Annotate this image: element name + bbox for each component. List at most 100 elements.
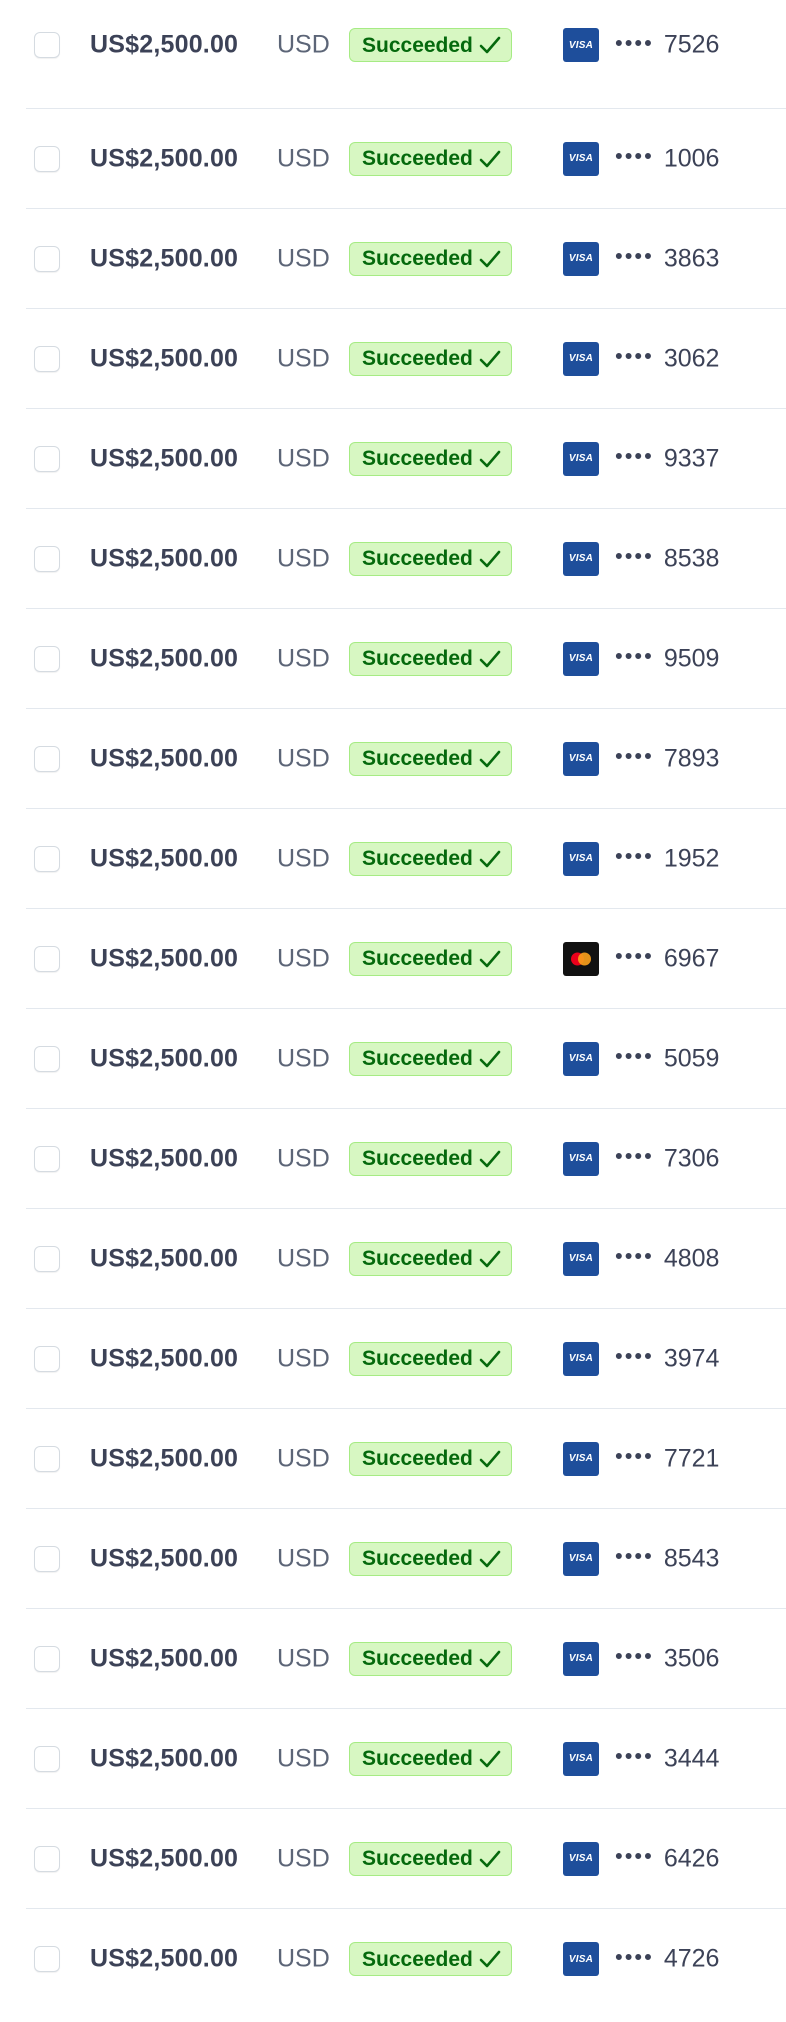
card-last4-digits: 3974 <box>663 1344 720 1372</box>
row-select-checkbox[interactable] <box>34 1845 60 1872</box>
visa-icon: VISA <box>563 1641 599 1676</box>
payment-amount: US$2,500.00 <box>90 1544 239 1572</box>
payment-currency: USD <box>277 744 330 772</box>
visa-icon-label: VISA <box>568 1053 594 1064</box>
table-row[interactable]: US$2,500.00 USD Succeeded VISA •••• 7721 <box>26 1409 786 1509</box>
visa-icon-label: VISA <box>568 1253 594 1264</box>
card-last4: •••• 8543 <box>615 1544 719 1573</box>
card-last4-digits: 7893 <box>663 744 720 772</box>
status-badge: Succeeded <box>349 1741 512 1776</box>
row-select-checkbox[interactable] <box>34 1445 60 1472</box>
payment-currency: USD <box>277 1544 330 1572</box>
visa-icon-label: VISA <box>568 653 594 664</box>
status-badge-label: Succeeded <box>362 147 473 170</box>
table-row[interactable]: US$2,500.00 USD Succeeded VISA •••• 6426 <box>26 1809 786 1909</box>
row-select-checkbox[interactable] <box>34 32 60 58</box>
payment-currency: USD <box>277 1144 330 1172</box>
checkmark-icon <box>479 250 501 267</box>
visa-icon-label: VISA <box>568 553 594 564</box>
visa-icon-label: VISA <box>568 1453 594 1464</box>
table-row[interactable]: US$2,500.00 USD Succeeded VISA •••• 3062 <box>26 309 786 409</box>
table-row[interactable]: US$2,500.00 USD Succeeded VISA •••• 5059 <box>26 1009 786 1109</box>
row-select-checkbox[interactable] <box>34 1645 60 1672</box>
checkmark-icon <box>479 1750 501 1767</box>
checkmark-icon <box>479 350 501 367</box>
row-select-checkbox[interactable] <box>34 145 60 172</box>
table-row[interactable]: US$2,500.00 USD Succeeded VISA •••• 7526 <box>26 0 786 109</box>
card-last4: •••• 1952 <box>615 844 719 873</box>
card-last4: •••• 9337 <box>615 444 719 473</box>
visa-icon-label: VISA <box>568 853 594 864</box>
masked-digits: •••• <box>615 1743 654 1769</box>
row-select-checkbox[interactable] <box>34 945 60 972</box>
table-row[interactable]: US$2,500.00 USD Succeeded •••• 6967 <box>26 909 786 1009</box>
status-badge-label: Succeeded <box>362 247 473 270</box>
table-row[interactable]: US$2,500.00 USD Succeeded VISA •••• 4726 <box>26 1909 786 2009</box>
visa-icon-label: VISA <box>568 453 594 464</box>
checkmark-icon <box>479 1350 501 1367</box>
card-last4: •••• 6426 <box>615 1844 719 1873</box>
status-badge-label: Succeeded <box>362 1147 473 1170</box>
row-select-checkbox[interactable] <box>34 1145 60 1172</box>
status-badge-label: Succeeded <box>362 1547 473 1570</box>
status-badge-label: Succeeded <box>362 1347 473 1370</box>
checkmark-icon <box>479 1250 501 1267</box>
table-row[interactable]: US$2,500.00 USD Succeeded VISA •••• 3506 <box>26 1609 786 1709</box>
masked-digits: •••• <box>615 1443 654 1469</box>
row-select-checkbox[interactable] <box>34 245 60 272</box>
card-last4: •••• 7721 <box>615 1444 719 1473</box>
row-select-checkbox[interactable] <box>34 745 60 772</box>
payment-currency: USD <box>277 1644 330 1672</box>
card-last4: •••• 7526 <box>615 30 720 60</box>
row-select-checkbox[interactable] <box>34 545 60 572</box>
visa-icon-label: VISA <box>568 753 594 764</box>
masked-digits: •••• <box>615 1343 654 1369</box>
masked-digits: •••• <box>615 1843 654 1869</box>
card-last4-digits: 1952 <box>663 844 720 872</box>
row-select-checkbox[interactable] <box>34 645 60 672</box>
card-last4-digits: 7306 <box>663 1144 720 1172</box>
row-select-checkbox[interactable] <box>34 1745 60 1772</box>
card-last4-digits: 7526 <box>663 30 720 59</box>
status-badge: Succeeded <box>349 541 512 576</box>
row-select-checkbox[interactable] <box>34 1545 60 1572</box>
visa-icon-label: VISA <box>568 1853 594 1864</box>
visa-icon-label: VISA <box>568 253 594 264</box>
status-badge: Succeeded <box>349 741 512 776</box>
table-row[interactable]: US$2,500.00 USD Succeeded VISA •••• 7306 <box>26 1109 786 1209</box>
visa-icon-label: VISA <box>568 1653 594 1664</box>
payment-amount: US$2,500.00 <box>90 1944 239 1973</box>
table-row[interactable]: US$2,500.00 USD Succeeded VISA •••• 3974 <box>26 1309 786 1409</box>
checkmark-icon <box>479 1450 501 1467</box>
row-select-checkbox[interactable] <box>34 1245 60 1272</box>
table-row[interactable]: US$2,500.00 USD Succeeded VISA •••• 3863 <box>26 209 786 309</box>
table-row[interactable]: US$2,500.00 USD Succeeded VISA •••• 1006 <box>26 109 786 209</box>
masked-digits: •••• <box>615 943 654 969</box>
row-select-checkbox[interactable] <box>34 1946 60 1972</box>
payment-amount: US$2,500.00 <box>90 544 239 572</box>
table-row[interactable]: US$2,500.00 USD Succeeded VISA •••• 4808 <box>26 1209 786 1309</box>
payment-amount: US$2,500.00 <box>90 30 239 59</box>
table-row[interactable]: US$2,500.00 USD Succeeded VISA •••• 7893 <box>26 709 786 809</box>
row-select-checkbox[interactable] <box>34 1045 60 1072</box>
masked-digits: •••• <box>615 1143 654 1169</box>
table-row[interactable]: US$2,500.00 USD Succeeded VISA •••• 8543 <box>26 1509 786 1609</box>
card-last4: •••• 5059 <box>615 1044 719 1073</box>
table-row[interactable]: US$2,500.00 USD Succeeded VISA •••• 1952 <box>26 809 786 909</box>
status-badge: Succeeded <box>349 1541 512 1576</box>
checkmark-icon <box>479 650 501 667</box>
table-row[interactable]: US$2,500.00 USD Succeeded VISA •••• 8538 <box>26 509 786 609</box>
table-row[interactable]: US$2,500.00 USD Succeeded VISA •••• 9337 <box>26 409 786 509</box>
row-select-checkbox[interactable] <box>34 845 60 872</box>
table-row[interactable]: US$2,500.00 USD Succeeded VISA •••• 3444 <box>26 1709 786 1809</box>
payment-amount: US$2,500.00 <box>90 844 239 872</box>
visa-icon-label: VISA <box>568 1153 594 1164</box>
row-select-checkbox[interactable] <box>34 445 60 472</box>
row-select-checkbox[interactable] <box>34 1345 60 1372</box>
payment-currency: USD <box>277 30 330 59</box>
table-row[interactable]: US$2,500.00 USD Succeeded VISA •••• 9509 <box>26 609 786 709</box>
row-select-checkbox[interactable] <box>34 345 60 372</box>
visa-icon: VISA <box>563 641 599 676</box>
payment-currency: USD <box>277 1244 330 1272</box>
visa-icon-label: VISA <box>568 1953 594 1965</box>
